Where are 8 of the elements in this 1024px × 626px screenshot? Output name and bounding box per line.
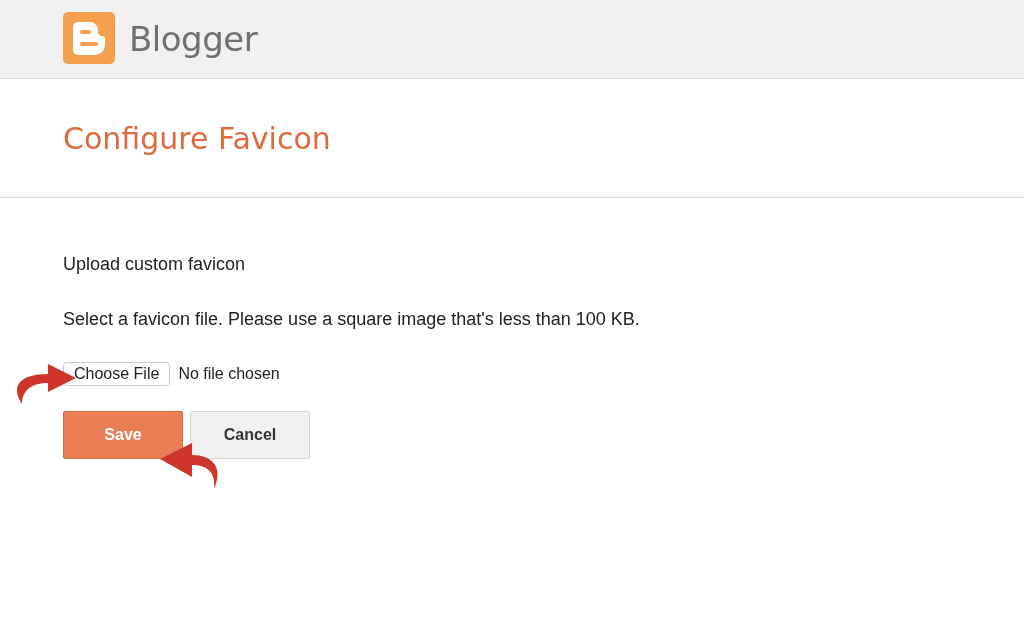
page-title: Configure Favicon xyxy=(63,120,331,156)
blogger-logo-icon xyxy=(63,12,115,64)
choose-file-button[interactable]: Choose File xyxy=(63,362,171,386)
brand-name: Blogger xyxy=(129,19,258,59)
section-heading: Upload custom favicon xyxy=(63,254,247,275)
file-status: No file chosen xyxy=(178,365,280,383)
cancel-button[interactable]: Cancel xyxy=(190,411,310,459)
instruction-text: Select a favicon file. Please use a square image that's less than 100 KB. xyxy=(63,309,641,330)
